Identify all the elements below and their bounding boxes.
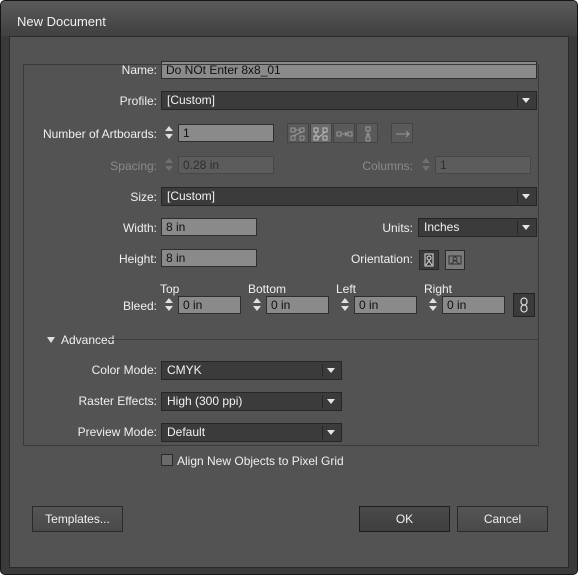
artboards-stepper[interactable]	[161, 124, 177, 142]
height-input[interactable]: 8 in	[161, 249, 257, 267]
bleed-bottom-input[interactable]: 0 in	[266, 296, 329, 314]
spacing-input: 0.28 in	[178, 156, 274, 174]
bleed-left-label: Left	[336, 282, 357, 296]
bleed-bottom-label: Bottom	[248, 282, 287, 296]
portrait-orientation-icon[interactable]	[419, 250, 439, 270]
templates-button[interactable]: Templates...	[32, 506, 123, 532]
units-label: Units:	[382, 221, 413, 235]
size-value: [Custom]	[167, 189, 216, 203]
width-label: Width:	[122, 221, 157, 235]
preview-mode-dropdown[interactable]: Default	[161, 423, 342, 442]
ok-button[interactable]: OK	[359, 506, 450, 532]
height-label: Height:	[118, 252, 157, 266]
chevron-down-icon	[327, 430, 335, 435]
bleed-left-stepper[interactable]	[337, 296, 353, 314]
artboards-label: Number of Artboards:	[42, 127, 157, 141]
units-dropdown[interactable]: Inches	[418, 218, 537, 237]
size-dropdown[interactable]: [Custom]	[161, 187, 537, 206]
bleed-top-stepper[interactable]	[161, 296, 177, 314]
artboards-input[interactable]: 1	[178, 124, 274, 142]
preview-mode-value: Default	[167, 425, 206, 439]
color-mode-label: Color Mode:	[91, 363, 157, 377]
chevron-down-icon	[522, 194, 530, 199]
grid-by-row-icon[interactable]	[287, 123, 309, 143]
bleed-right-input[interactable]: 0 in	[442, 296, 505, 314]
raster-effects-dropdown[interactable]: High (300 ppi)	[161, 392, 342, 411]
title-bar[interactable]: New Document	[1, 1, 577, 36]
bleed-right-label: Right	[424, 282, 453, 296]
size-label: Size:	[130, 190, 157, 204]
cancel-button[interactable]: Cancel	[457, 506, 548, 532]
raster-effects-label: Raster Effects:	[78, 394, 157, 408]
columns-label: Columns:	[362, 159, 413, 173]
bleed-left-input[interactable]: 0 in	[354, 296, 417, 314]
orientation-label: Orientation:	[350, 252, 413, 266]
spacing-label: Spacing:	[110, 159, 157, 173]
profile-label: Profile:	[100, 94, 157, 108]
columns-input: 1	[435, 156, 531, 174]
profile-value: [Custom]	[167, 93, 216, 107]
dialog-title: New Document	[17, 14, 106, 29]
raster-effects-value: High (300 ppi)	[167, 394, 243, 408]
align-pixel-grid-checkbox[interactable]	[161, 454, 173, 466]
chevron-down-icon	[327, 399, 335, 404]
align-pixel-grid-label: Align New Objects to Pixel Grid	[177, 454, 344, 468]
columns-stepper	[418, 156, 434, 174]
advanced-divider	[108, 339, 538, 340]
arrange-by-row-icon[interactable]	[333, 123, 355, 143]
advanced-toggle[interactable]: Advanced	[61, 333, 114, 347]
bleed-label: Bleed:	[122, 299, 157, 313]
chevron-down-icon	[522, 98, 530, 103]
profile-dropdown[interactable]: [Custom]	[161, 91, 537, 110]
units-value: Inches	[424, 220, 460, 234]
color-mode-dropdown[interactable]: CMYK	[161, 361, 342, 380]
spacing-stepper	[161, 156, 177, 174]
preview-mode-label: Preview Mode:	[77, 425, 157, 439]
bleed-right-stepper[interactable]	[425, 296, 441, 314]
color-mode-value: CMYK	[167, 363, 202, 377]
grid-by-column-icon[interactable]	[310, 123, 332, 143]
bleed-top-input[interactable]: 0 in	[178, 296, 241, 314]
chevron-down-icon	[327, 368, 335, 373]
arrange-by-column-icon[interactable]	[356, 123, 378, 143]
width-input[interactable]: 8 in	[161, 218, 257, 236]
disclosure-triangle-icon[interactable]	[47, 337, 55, 343]
right-to-left-layout-icon[interactable]	[391, 123, 413, 143]
landscape-orientation-icon[interactable]	[445, 250, 465, 270]
bleed-bottom-stepper[interactable]	[249, 296, 265, 314]
bleed-top-label: Top	[160, 282, 180, 296]
link-bleed-icon[interactable]	[513, 293, 535, 317]
chevron-down-icon	[522, 225, 530, 230]
